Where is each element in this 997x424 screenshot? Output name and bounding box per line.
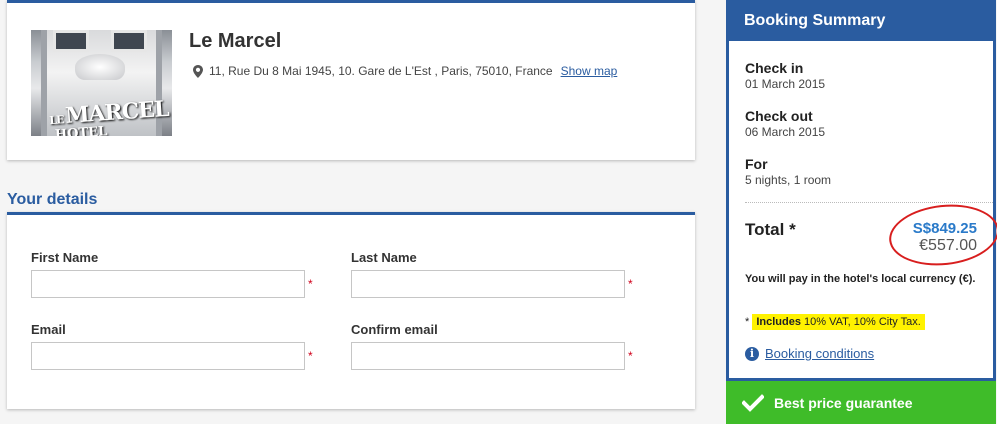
stay-label: For [745,156,768,172]
confirm-email-input[interactable] [351,342,625,370]
booking-conditions-link[interactable]: Booking conditions [765,346,874,361]
divider [745,202,993,203]
check-in-label: Check in [745,60,804,76]
booking-conditions[interactable]: i Booking conditions [745,346,874,361]
booking-summary: Booking Summary Check in 01 March 2015 C… [726,0,997,381]
email-input[interactable] [31,342,305,370]
show-map-link[interactable]: Show map [561,64,618,78]
details-form: First Name * Last Name * Email * Confirm… [7,212,695,409]
best-price-guarantee-label: Best price guarantee [774,394,913,411]
details-section-title: Your details [7,191,98,208]
first-name-input[interactable] [31,270,305,298]
hotel-address-text: 11, Rue Du 8 Mai 1945, 10. Gare de L'Est… [209,64,553,78]
tax-note-text: 10% VAT, 10% City Tax. [804,316,921,328]
hotel-ornament [75,54,125,80]
total-label: Total * [745,220,796,239]
check-in-value: 01 March 2015 [745,77,826,91]
hotel-address: 11, Rue Du 8 Mai 1945, 10. Gare de L'Est… [193,64,617,78]
first-name-label: First Name [31,250,99,265]
email-label: Email [31,322,66,337]
map-pin-icon [193,64,203,78]
checkmark-icon [742,393,764,412]
hotel-window [53,30,89,52]
check-out-value: 06 March 2015 [745,125,826,139]
check-out-label: Check out [745,108,813,124]
hotel-name: Le Marcel [189,30,282,52]
price-annotation-circle [886,199,997,271]
tax-note-includes: Includes [756,316,801,328]
last-name-label: Last Name [351,250,417,265]
tax-note: * Includes 10% VAT, 10% City Tax. [745,314,925,330]
hotel-card: LEMARCEL HOTEL Le Marcel 11, Rue Du 8 Ma… [7,0,695,160]
last-name-input[interactable] [351,270,625,298]
tax-note-highlight: Includes 10% VAT, 10% City Tax. [752,314,925,330]
stay-value: 5 nights, 1 room [745,173,832,187]
info-icon: i [745,346,759,361]
required-marker: * [308,277,313,291]
required-marker: * [628,277,633,291]
required-marker: * [308,349,313,363]
confirm-email-label: Confirm email [351,322,438,337]
booking-summary-title: Booking Summary [729,0,993,41]
currency-note: You will pay in the hotel's local curren… [745,273,976,285]
best-price-guarantee[interactable]: Best price guarantee [726,381,996,424]
required-marker: * [628,349,633,363]
hotel-window [111,30,147,52]
hotel-photo: LEMARCEL HOTEL [31,30,172,136]
tax-note-asterisk: * [745,316,750,328]
